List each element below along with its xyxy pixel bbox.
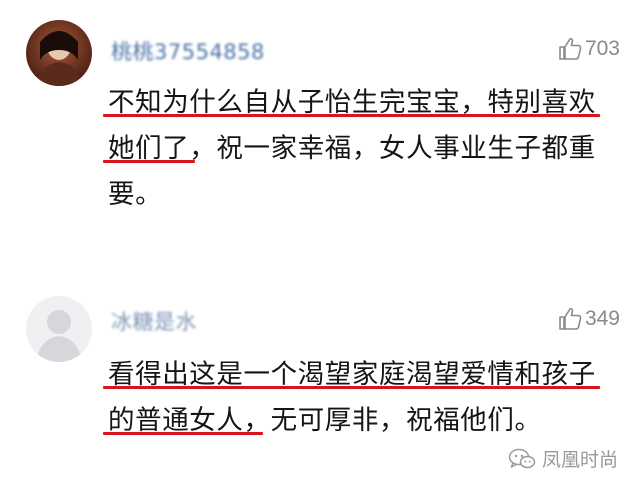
like-count: 703 bbox=[584, 37, 620, 60]
comment-text: 看得出这是一个渴望家庭渴望爱情和孩子 的普通女人，无可厚非，祝福他们。 bbox=[108, 352, 618, 444]
comment-text-line: 要。 bbox=[108, 179, 163, 210]
like-button[interactable]: 703 bbox=[557, 36, 620, 62]
thumbs-up-icon bbox=[559, 307, 582, 330]
comment-text-line: 她们了，祝一家幸福，女人事业生子都重 bbox=[108, 133, 596, 164]
comment-text-line: 的普通女人，无可厚非，祝福他们。 bbox=[108, 405, 542, 436]
comment-username[interactable]: 桃桃37554858 bbox=[111, 36, 265, 66]
watermark-text: 凤凰时尚 bbox=[541, 449, 618, 471]
avatar[interactable] bbox=[26, 20, 92, 86]
underline-mark bbox=[103, 160, 195, 163]
wechat-icon bbox=[508, 448, 536, 468]
comment-item: 桃桃37554858 703 不知为什么自从子怡生完宝宝，特别喜欢 她们了，祝一… bbox=[0, 0, 640, 240]
underline-mark bbox=[103, 114, 600, 117]
thumbs-up-icon bbox=[559, 37, 582, 60]
comment-text-line: 看得出这是一个渴望家庭渴望爱情和孩子 bbox=[108, 359, 596, 390]
like-button[interactable]: 349 bbox=[557, 306, 620, 332]
avatar[interactable] bbox=[26, 296, 92, 362]
comment-text: 不知为什么自从子怡生完宝宝，特别喜欢 她们了，祝一家幸福，女人事业生子都重 要。 bbox=[108, 80, 618, 218]
underline-mark bbox=[103, 386, 600, 389]
watermark: 凤凰时尚 bbox=[508, 445, 618, 472]
underline-mark bbox=[103, 432, 263, 435]
comment-username[interactable]: 冰糖是水 bbox=[111, 306, 197, 336]
like-count: 349 bbox=[584, 307, 620, 330]
comment-text-line: 不知为什么自从子怡生完宝宝，特别喜欢 bbox=[108, 87, 596, 118]
